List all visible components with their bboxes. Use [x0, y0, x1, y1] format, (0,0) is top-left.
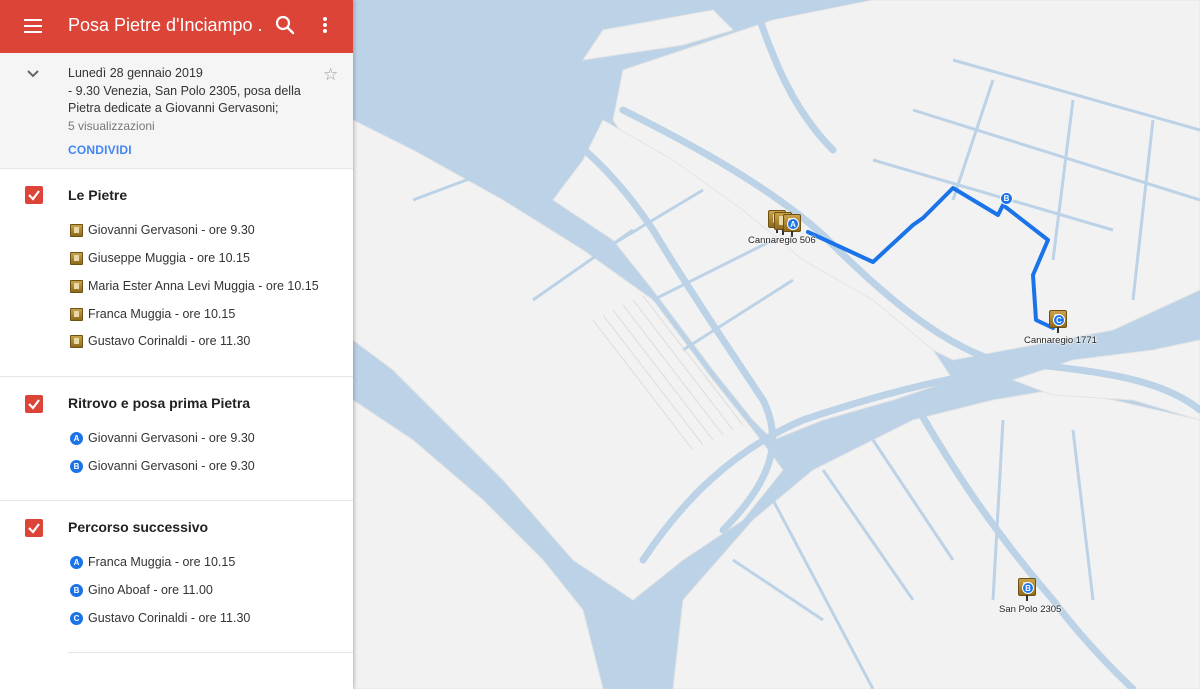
list-item-label: Giovanni Gervasoni - ore 9.30 [88, 459, 255, 473]
marker-c-icon: C [70, 612, 83, 625]
list-item[interactable]: A Giovanni Gervasoni - ore 9.30 [70, 429, 340, 449]
more-vert-icon[interactable] [316, 14, 334, 36]
stone-icon [70, 224, 83, 237]
stone-icon [70, 308, 83, 321]
map-sidebar: Posa Pietre d'Inciampo ... Lunedì 28 gen… [0, 0, 353, 689]
list-item[interactable]: Gustavo Corinaldi - ore 11.30 [70, 332, 340, 352]
layer-ritrovo: Ritrovo e posa prima Pietra A Giovanni Ge… [0, 377, 353, 501]
list-item-label: Gustavo Corinaldi - ore 11.30 [88, 611, 251, 625]
list-item-label: Maria Ester Anna Levi Muggia - ore 10.15 [88, 279, 319, 293]
star-icon[interactable]: ☆ [323, 65, 338, 85]
map-description: Lunedì 28 gennaio 2019 - 9.30 Venezia, S… [68, 65, 308, 118]
description-line: Lunedì 28 gennaio 2019 [68, 66, 203, 80]
stone-marker-a[interactable]: A [783, 214, 803, 237]
list-divider [68, 652, 353, 653]
list-item-label: Gino Aboaf - ore 11.00 [88, 583, 213, 597]
sidebar-header: Posa Pietre d'Inciampo ... [0, 0, 353, 53]
layer-name[interactable]: Percorso successivo [68, 519, 208, 535]
layer-checkbox[interactable] [25, 395, 43, 413]
map-label-san-polo-2305: San Polo 2305 [999, 604, 1062, 615]
description-line: Pietra dedicate a Giovanni Gervasoni; [68, 101, 279, 115]
stone-icon [70, 335, 83, 348]
map-label-cannaregio-1771: Cannaregio 1771 [1024, 335, 1097, 346]
list-item[interactable]: Maria Ester Anna Levi Muggia - ore 10.15 [70, 277, 340, 297]
stone-icon [70, 280, 83, 293]
share-button[interactable]: CONDIVIDI [68, 143, 132, 157]
stone-marker-b[interactable]: B [1018, 578, 1038, 601]
layer-name[interactable]: Le Pietre [68, 187, 127, 203]
layer-percorso-successivo: Percorso successivo A Franca Muggia - ore… [0, 501, 353, 651]
marker-badge-c: C [1053, 314, 1065, 326]
list-item[interactable]: B Gino Aboaf - ore 11.00 [70, 581, 340, 601]
list-item-label: Franca Muggia - ore 10.15 [88, 307, 236, 321]
chevron-down-icon[interactable] [26, 67, 40, 81]
layer-checkbox[interactable] [25, 519, 43, 537]
list-item-label: Giovanni Gervasoni - ore 9.30 [88, 431, 255, 445]
list-item[interactable]: Giuseppe Muggia - ore 10.15 [70, 249, 340, 269]
description-line: - 9.30 Venezia, San Polo 2305, posa dell… [68, 83, 301, 98]
search-icon[interactable] [274, 14, 296, 36]
list-item[interactable]: B Giovanni Gervasoni - ore 9.30 [70, 457, 340, 477]
list-item[interactable]: A Franca Muggia - ore 10.15 [70, 553, 340, 573]
marker-badge-b: B [1022, 582, 1034, 594]
marker-b-icon: B [70, 584, 83, 597]
marker-a-icon: A [70, 556, 83, 569]
layer-checkbox[interactable] [25, 186, 43, 204]
map-label-cannaregio-506: Cannaregio 506 [748, 235, 816, 246]
list-item-label: Giovanni Gervasoni - ore 9.30 [88, 223, 255, 237]
marker-b-icon: B [70, 460, 83, 473]
map-title[interactable]: Posa Pietre d'Inciampo ... [68, 15, 263, 36]
route-waypoint-b[interactable]: B [1000, 192, 1013, 205]
marker-badge-a: A [787, 218, 799, 230]
stone-icon [70, 252, 83, 265]
layer-le-pietre: Le Pietre Giovanni Gervasoni - ore 9.30 … [0, 169, 353, 377]
map-info-panel: Lunedì 28 gennaio 2019 - 9.30 Venezia, S… [0, 53, 353, 169]
list-item-label: Gustavo Corinaldi - ore 11.30 [88, 334, 251, 348]
layer-name[interactable]: Ritrovo e posa prima Pietra [68, 395, 250, 411]
map-canvas[interactable]: A Cannaregio 506 B C Cannaregio 1771 B S… [353, 0, 1200, 689]
marker-a-icon: A [70, 432, 83, 445]
list-item[interactable]: Franca Muggia - ore 10.15 [70, 305, 340, 325]
hamburger-menu-icon[interactable] [22, 16, 44, 36]
list-item-label: Franca Muggia - ore 10.15 [88, 555, 236, 569]
view-count: 5 visualizzazioni [68, 119, 155, 133]
list-item-label: Giuseppe Muggia - ore 10.15 [88, 251, 250, 265]
list-item[interactable]: C Gustavo Corinaldi - ore 11.30 [70, 609, 340, 629]
stone-marker-c[interactable]: C [1049, 310, 1069, 333]
list-item[interactable]: Giovanni Gervasoni - ore 9.30 [70, 221, 340, 241]
